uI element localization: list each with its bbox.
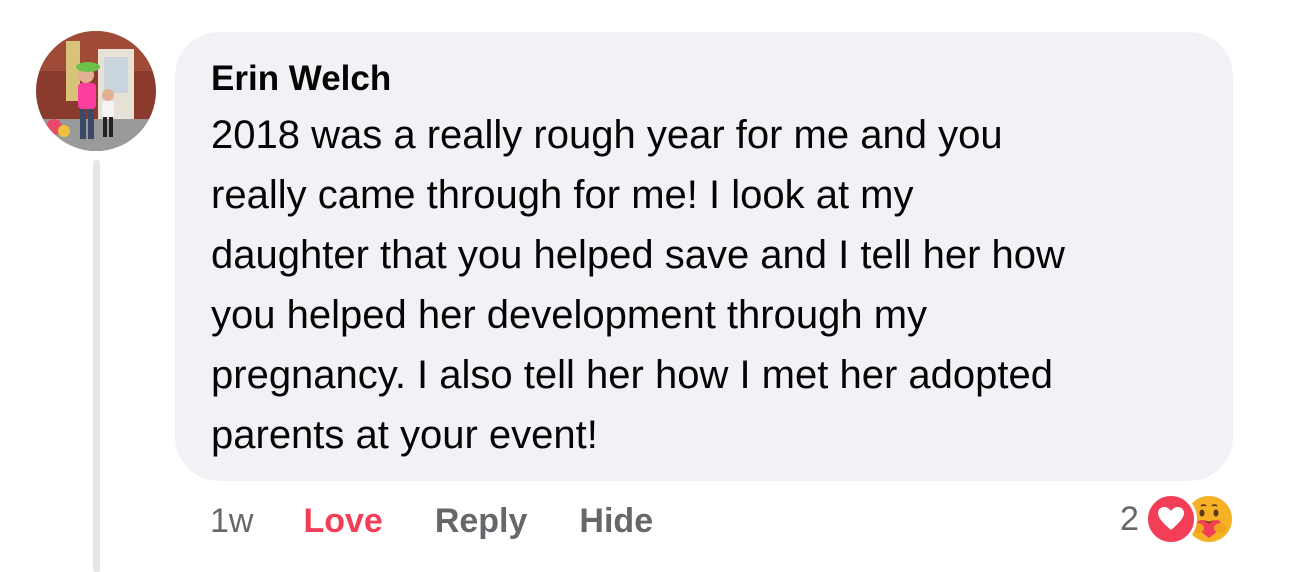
reply-button[interactable]: Reply	[435, 502, 528, 541]
reaction-summary[interactable]: 2	[1120, 491, 1235, 547]
hide-button[interactable]: Hide	[579, 502, 653, 541]
profile-photo-icon	[36, 31, 156, 151]
comment-actions: 1w Love Reply Hide	[210, 498, 653, 544]
comment-timestamp[interactable]: 1w	[210, 502, 253, 541]
comment-author[interactable]: Erin Welch	[211, 57, 1203, 101]
love-button[interactable]: Love	[303, 502, 382, 541]
avatar[interactable]	[36, 31, 156, 151]
reaction-count: 2	[1120, 499, 1139, 538]
comment-text: 2018 was a really rough year for me and …	[211, 113, 1065, 457]
comment-bubble: Erin Welch 2018 was a really rough year …	[175, 32, 1233, 481]
thread-line	[93, 160, 100, 572]
love-reaction-icon	[1144, 493, 1197, 545]
